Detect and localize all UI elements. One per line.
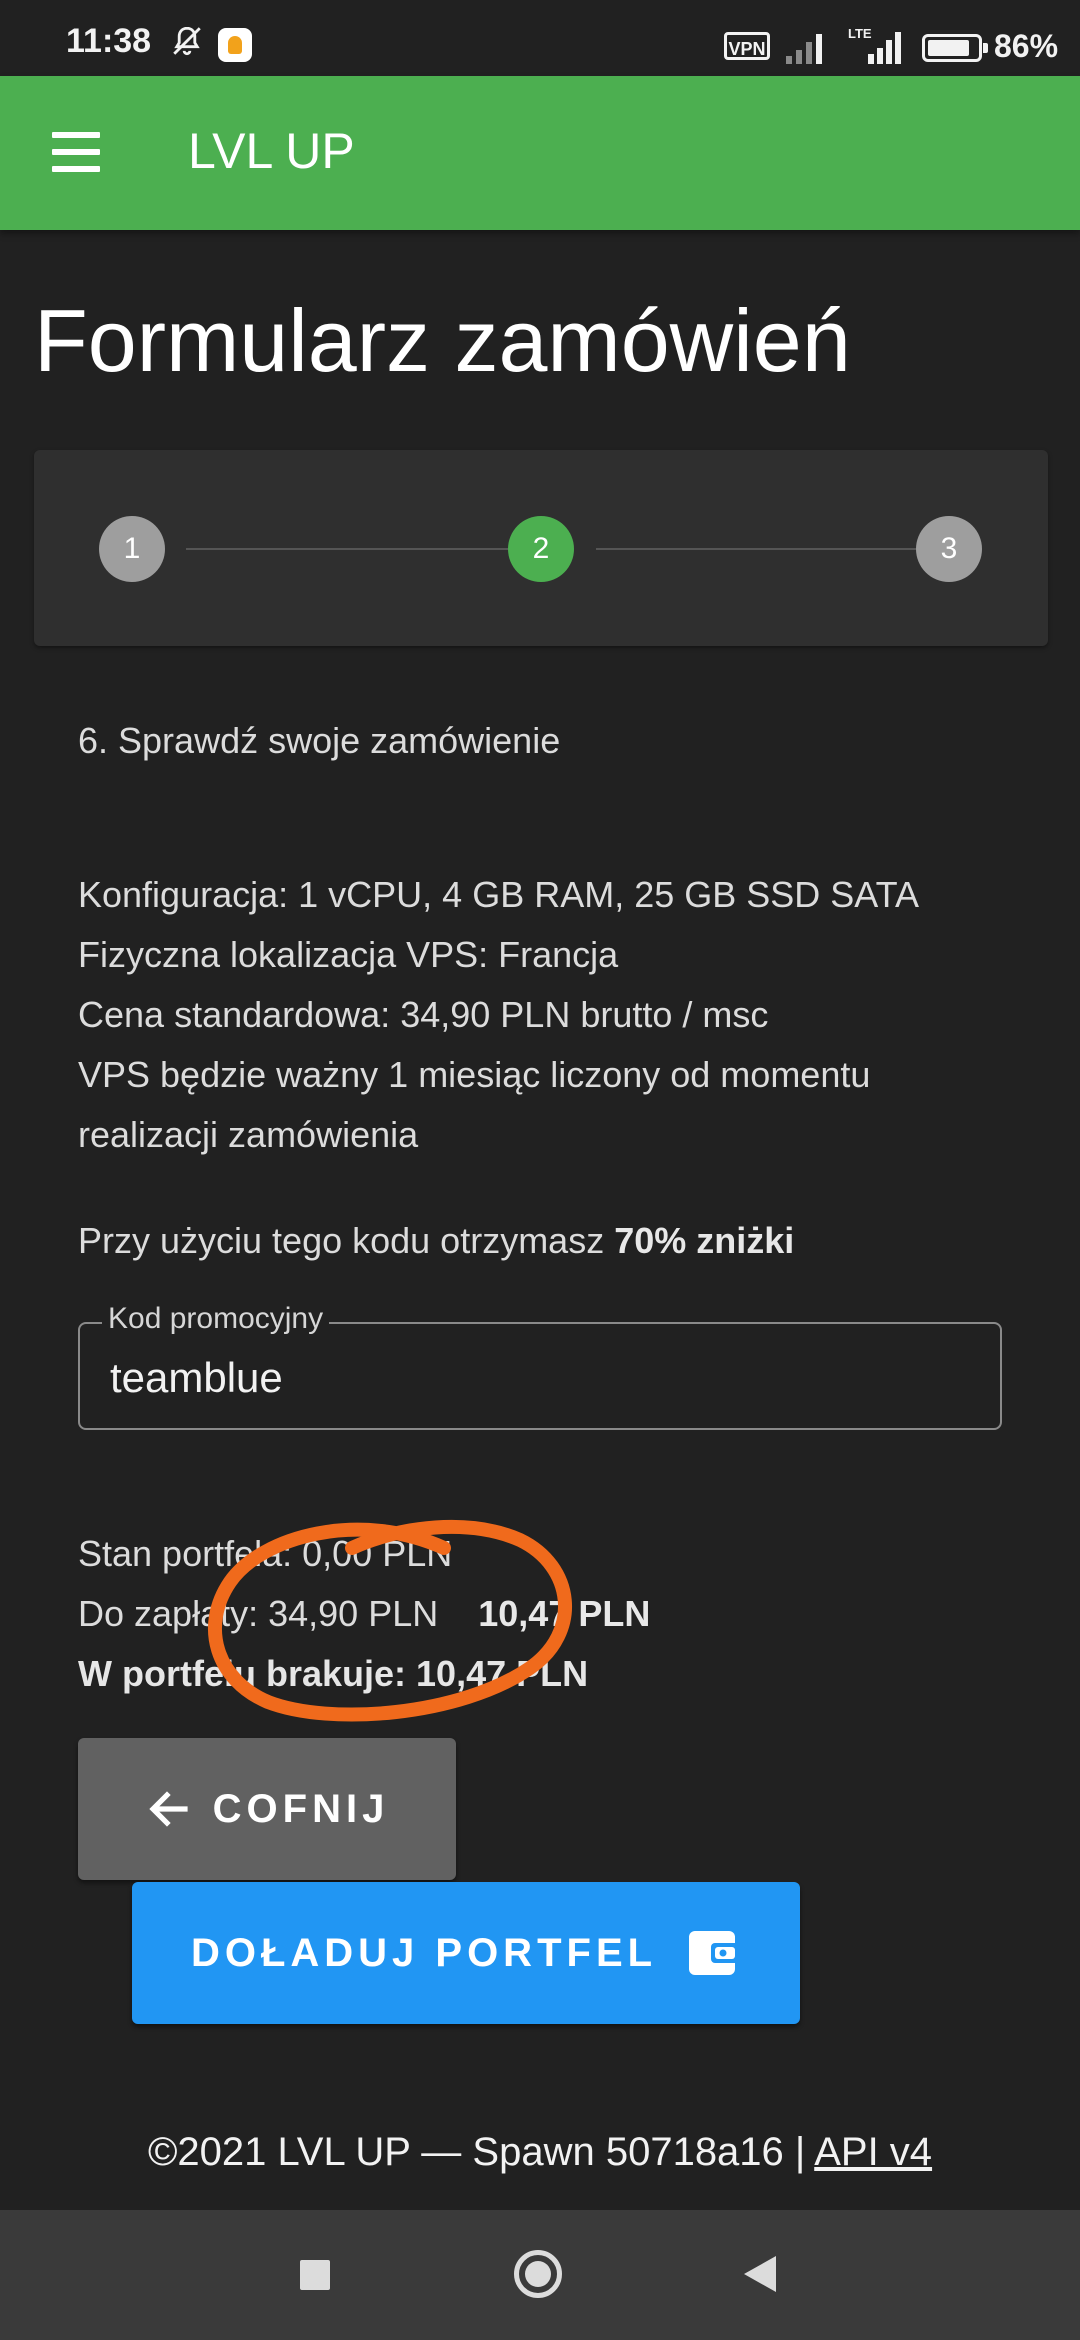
step-1[interactable]: 1: [99, 516, 165, 582]
page-title: Formularz zamówień: [34, 291, 851, 390]
step-connector: [596, 548, 930, 550]
missing-value: 10,47 PLN: [416, 1653, 589, 1694]
step-connector: [186, 548, 518, 550]
discount-text: Przy użyciu tego kodu otrzymasz: [78, 1220, 605, 1261]
promo-code-label: Kod promocyjny: [102, 1302, 330, 1336]
app-title: LVL UP: [188, 123, 355, 179]
hamburger-icon[interactable]: [40, 120, 114, 184]
missing-label: W portfelu brakuje:: [78, 1653, 407, 1694]
to-pay-label: Do zapłaty:: [78, 1593, 259, 1634]
back-button-label: COFNIJ: [212, 1786, 390, 1831]
arrow-left-icon: [148, 1791, 188, 1827]
payment-summary: Stan portfela: 0,00 PLN Do zapłaty: 34,9…: [78, 1524, 650, 1704]
order-stepper: 1 2 3: [34, 450, 1048, 646]
app-bar: LVL UP: [0, 76, 1080, 230]
price-line: Cena standardowa: 34,90 PLN brutto / msc: [78, 994, 769, 1035]
bell-muted-icon: [173, 26, 201, 56]
config-line: Konfiguracja: 1 vCPU, 4 GB RAM, 25 GB SS…: [78, 874, 919, 915]
status-bar: 11:38 VPN LTE 86%: [0, 0, 1080, 76]
footer: ©2021 LVL UP — Spawn 50718a16 | API v4: [0, 2130, 1080, 2175]
back-button[interactable]: COFNIJ: [78, 1738, 456, 1880]
missing-line: W portfelu brakuje: 10,47 PLN: [78, 1644, 650, 1704]
to-pay-new: 10,47 PLN: [478, 1593, 651, 1634]
validity-line-cont: realizacji zamówienia: [78, 1114, 419, 1155]
api-link[interactable]: API v4: [814, 2130, 932, 2174]
home-icon[interactable]: [514, 2250, 562, 2298]
system-nav-bar: [0, 2210, 1080, 2340]
recents-icon[interactable]: [300, 2260, 330, 2290]
to-pay-old: 34,90 PLN: [268, 1593, 439, 1634]
promo-code-input[interactable]: teamblue: [110, 1354, 283, 1402]
location-line: Fizyczna lokalizacja VPS: Francja: [78, 934, 619, 975]
battery-icon: [922, 34, 988, 62]
vpn-icon: VPN: [724, 32, 770, 60]
battery-percent: 86%: [994, 28, 1059, 64]
battery-fill: [928, 40, 969, 56]
top-up-wallet-button[interactable]: DOŁADUJ PORTFEL: [132, 1882, 800, 2024]
back-nav-icon[interactable]: [744, 2256, 776, 2292]
promo-code-field[interactable]: Kod promocyjny teamblue: [78, 1302, 1002, 1430]
to-pay-line: Do zapłaty: 34,90 PLN 10,47 PLN: [78, 1584, 650, 1644]
signal-lte-icon: [868, 32, 901, 64]
top-up-button-label: DOŁADUJ PORTFEL: [190, 1930, 658, 1975]
discount-value: 70% zniżki: [614, 1220, 795, 1261]
step-2[interactable]: 2: [508, 516, 574, 582]
step-3[interactable]: 3: [916, 516, 982, 582]
section-heading: 6. Sprawdź swoje zamówienie: [78, 720, 561, 761]
app-notification-icon: [218, 28, 252, 62]
wallet-balance: Stan portfela: 0,00 PLN: [78, 1533, 453, 1574]
order-details: Konfiguracja: 1 vCPU, 4 GB RAM, 25 GB SS…: [78, 865, 1018, 1165]
wallet-icon: [689, 1931, 740, 1975]
discount-info: Przy użyciu tego kodu otrzymasz 70% zniż…: [78, 1220, 794, 1262]
status-time: 11:38: [66, 22, 152, 60]
validity-line: VPS będzie ważny 1 miesiąc liczony od mo…: [78, 1054, 871, 1095]
signal-icon: [786, 34, 822, 64]
footer-text: ©2021 LVL UP — Spawn 50718a16 |: [147, 2130, 806, 2174]
